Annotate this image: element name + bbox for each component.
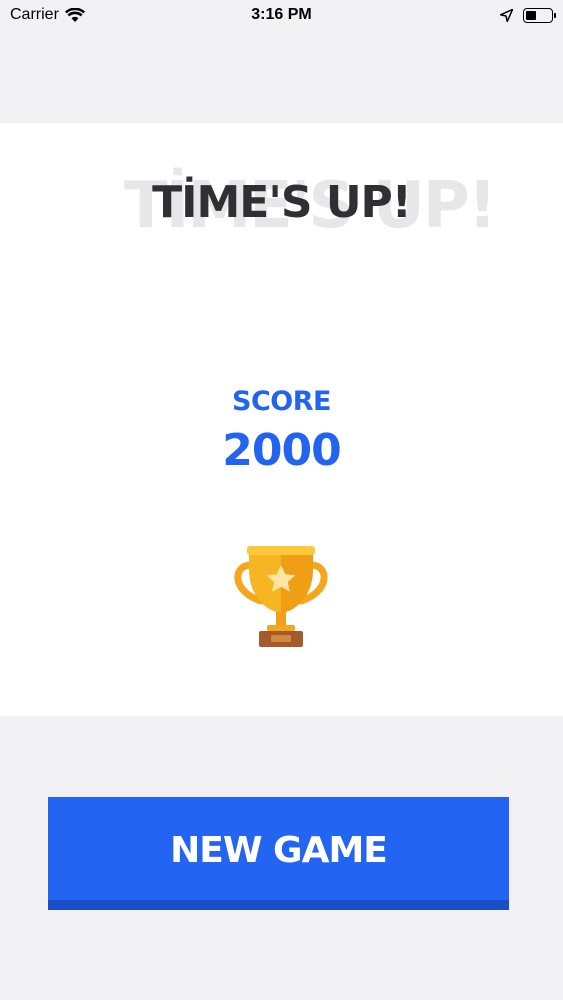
title-area: TİME'S UP! TİME'S UP!: [0, 171, 563, 251]
times-up-title: TİME'S UP!: [152, 177, 412, 228]
status-bar-left: Carrier: [10, 6, 85, 24]
result-card: TİME'S UP! TİME'S UP! SCORE 2000: [0, 123, 563, 716]
new-game-button[interactable]: NEW GAME: [48, 797, 509, 910]
score-label: SCORE: [232, 386, 331, 417]
game-over-screen: Carrier 3:16 PM TİME'S UP! TİME'S UP! SC…: [0, 0, 563, 1000]
status-bar: Carrier 3:16 PM: [0, 0, 563, 30]
wifi-icon: [64, 7, 85, 22]
location-arrow-icon: [500, 8, 513, 22]
battery-icon: [523, 7, 556, 23]
score-value: 2000: [222, 425, 341, 476]
status-bar-right: [500, 7, 556, 23]
trophy-icon: [234, 546, 328, 647]
carrier-label: Carrier: [10, 6, 59, 23]
